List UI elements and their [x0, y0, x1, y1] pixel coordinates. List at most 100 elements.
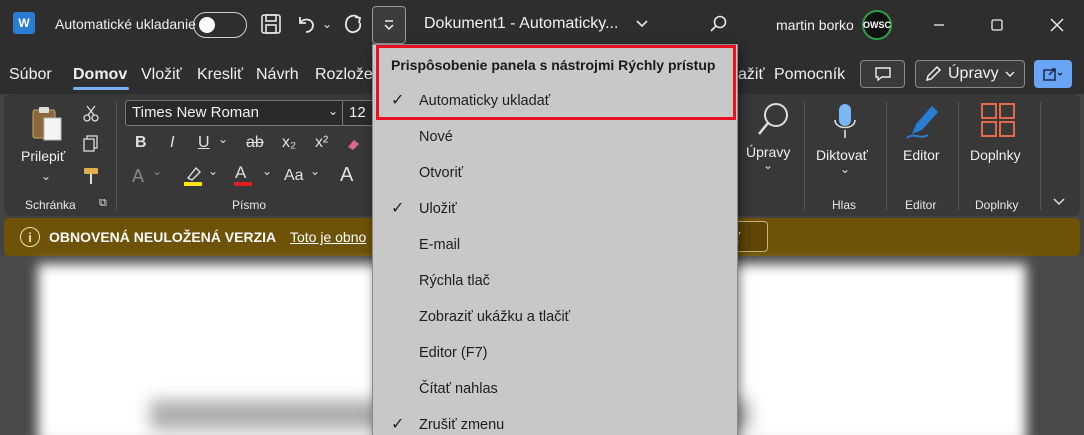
- bold-button[interactable]: B: [135, 134, 147, 152]
- pencil-icon: [925, 65, 942, 82]
- dictate-button[interactable]: Diktovať: [816, 147, 868, 163]
- title-chevron-down-icon[interactable]: [630, 12, 654, 36]
- undo-icon[interactable]: [294, 12, 318, 36]
- tab-insert[interactable]: Vložiť: [141, 66, 182, 84]
- subscript-button[interactable]: x₂: [282, 134, 296, 152]
- tab-help[interactable]: Pomocník: [774, 66, 845, 84]
- font-color-chevron-icon[interactable]: ⌄: [262, 164, 272, 178]
- font-color-icon[interactable]: A: [232, 163, 254, 191]
- tab-draw[interactable]: Kresliť: [197, 66, 243, 84]
- menu-item-save[interactable]: ✓ Uložiť: [373, 191, 737, 227]
- undo-dropdown-chevron-icon[interactable]: ⌄: [320, 12, 334, 36]
- addins-icon[interactable]: [980, 102, 1016, 143]
- editing-chevron-icon[interactable]: ⌄: [763, 158, 773, 172]
- menu-item-label: Zobraziť ukážku a tlačiť: [419, 309, 571, 325]
- addins-button[interactable]: Doplnky: [970, 147, 1021, 163]
- change-case-chevron-icon[interactable]: ⌄: [310, 164, 320, 178]
- comments-button[interactable]: [860, 60, 905, 88]
- save-icon[interactable]: [259, 12, 283, 36]
- underline-button[interactable]: U: [198, 134, 210, 152]
- tab-layout[interactable]: Rozlože: [315, 66, 373, 84]
- menu-item-label: Editor (F7): [419, 345, 488, 361]
- tab-design[interactable]: Návrh: [256, 66, 299, 84]
- text-effects-chevron-icon[interactable]: ⌄: [152, 164, 162, 178]
- word-logo-icon: W: [13, 12, 38, 34]
- maximize-icon[interactable]: [982, 10, 1012, 40]
- paste-icon[interactable]: [30, 104, 64, 147]
- customize-qat-button[interactable]: [372, 6, 406, 44]
- chevron-down-icon: [1005, 71, 1015, 77]
- menu-item-open[interactable]: Otvoriť: [373, 155, 737, 191]
- change-case-button[interactable]: Aa: [284, 167, 304, 185]
- user-name[interactable]: martin borko: [776, 17, 854, 33]
- menu-item-email[interactable]: E-mail: [373, 227, 737, 263]
- underline-chevron-icon[interactable]: ⌄: [218, 132, 228, 146]
- italic-button[interactable]: I: [170, 134, 174, 152]
- menu-item-label: E-mail: [419, 237, 461, 253]
- menu-item-undo[interactable]: ✓ Zrušiť zmenu: [373, 407, 737, 435]
- share-icon: [1043, 68, 1063, 81]
- avatar[interactable]: OWSC: [862, 10, 892, 40]
- search-icon[interactable]: [706, 12, 730, 36]
- format-painter-icon[interactable]: [82, 166, 102, 191]
- divider: [1040, 102, 1041, 210]
- checkmark-icon: ✓: [391, 200, 405, 217]
- close-icon[interactable]: [1042, 10, 1072, 40]
- font-name-chevron-icon: ⌄: [327, 104, 338, 118]
- comment-icon: [874, 67, 891, 82]
- menu-item-read-aloud[interactable]: Čítať nahlas: [373, 371, 737, 407]
- menu-item-print-preview[interactable]: Zobraziť ukážku a tlačiť: [373, 299, 737, 335]
- toggle-knob: [199, 17, 215, 33]
- editing-mode-button[interactable]: Úpravy: [915, 60, 1025, 88]
- divider: [886, 102, 887, 210]
- clear-formatting-icon[interactable]: [345, 136, 361, 157]
- infobar-link[interactable]: Toto je obno: [290, 229, 366, 245]
- menu-item-quick-print[interactable]: Rýchla tlač: [373, 263, 737, 299]
- clipboard-group-label: Schránka: [25, 198, 76, 212]
- editor-button[interactable]: Editor: [903, 147, 940, 163]
- text-effects-button[interactable]: A: [132, 166, 144, 187]
- menu-item-label: Otvoriť: [419, 165, 464, 181]
- divider: [804, 102, 805, 210]
- strikethrough-button[interactable]: ab: [246, 134, 264, 152]
- editor-icon[interactable]: [904, 102, 940, 147]
- copy-icon[interactable]: [82, 134, 100, 157]
- cut-icon[interactable]: [82, 104, 100, 127]
- tab-review[interactable]: ažiť: [738, 66, 764, 84]
- voice-group-label: Hlas: [832, 198, 857, 212]
- share-button[interactable]: [1034, 60, 1072, 88]
- font-size-value: 12: [349, 104, 366, 121]
- tab-file[interactable]: Súbor: [9, 66, 52, 84]
- font-color-glyph: A: [235, 163, 247, 182]
- redo-icon[interactable]: [341, 12, 365, 36]
- menu-item-label: Uložiť: [419, 201, 457, 217]
- editing-mode-label: Úpravy: [948, 65, 999, 82]
- annotation-highlight-box: [376, 45, 736, 120]
- microphone-icon[interactable]: [832, 102, 858, 147]
- menu-item-label: Rýchla tlač: [419, 273, 490, 289]
- highlight-chevron-icon[interactable]: ⌄: [208, 164, 218, 178]
- addins-group-label: Doplnky: [975, 198, 1019, 212]
- clipboard-launcher-icon[interactable]: ⧉: [99, 197, 107, 210]
- paste-chevron-icon[interactable]: ⌄: [41, 169, 51, 183]
- font-group-label: Písmo: [232, 198, 267, 212]
- divider: [116, 102, 117, 210]
- highlight-icon[interactable]: [182, 164, 204, 191]
- menu-item-new[interactable]: Nové: [373, 119, 737, 155]
- editor-group-label: Editor: [905, 198, 937, 212]
- paste-button[interactable]: Prilepiť: [21, 148, 65, 164]
- autosave-toggle[interactable]: [193, 12, 247, 38]
- ribbon-collapse-chevron-icon[interactable]: [1052, 194, 1066, 212]
- dictate-chevron-icon[interactable]: ⌄: [840, 162, 850, 176]
- font-name-select[interactable]: Times New Roman ⌄: [125, 100, 345, 126]
- menu-item-editor[interactable]: Editor (F7): [373, 335, 737, 371]
- find-icon[interactable]: [756, 102, 790, 143]
- menu-item-label: Nové: [419, 129, 453, 145]
- menu-item-label: Čítať nahlas: [419, 381, 498, 397]
- grow-font-button[interactable]: A: [340, 164, 353, 187]
- document-title[interactable]: Dokument1 - Automaticky...: [424, 15, 618, 33]
- superscript-button[interactable]: x²: [315, 134, 328, 152]
- tab-home[interactable]: Domov: [73, 66, 127, 84]
- font-name-value: Times New Roman: [132, 104, 259, 121]
- minimize-icon[interactable]: [924, 10, 954, 40]
